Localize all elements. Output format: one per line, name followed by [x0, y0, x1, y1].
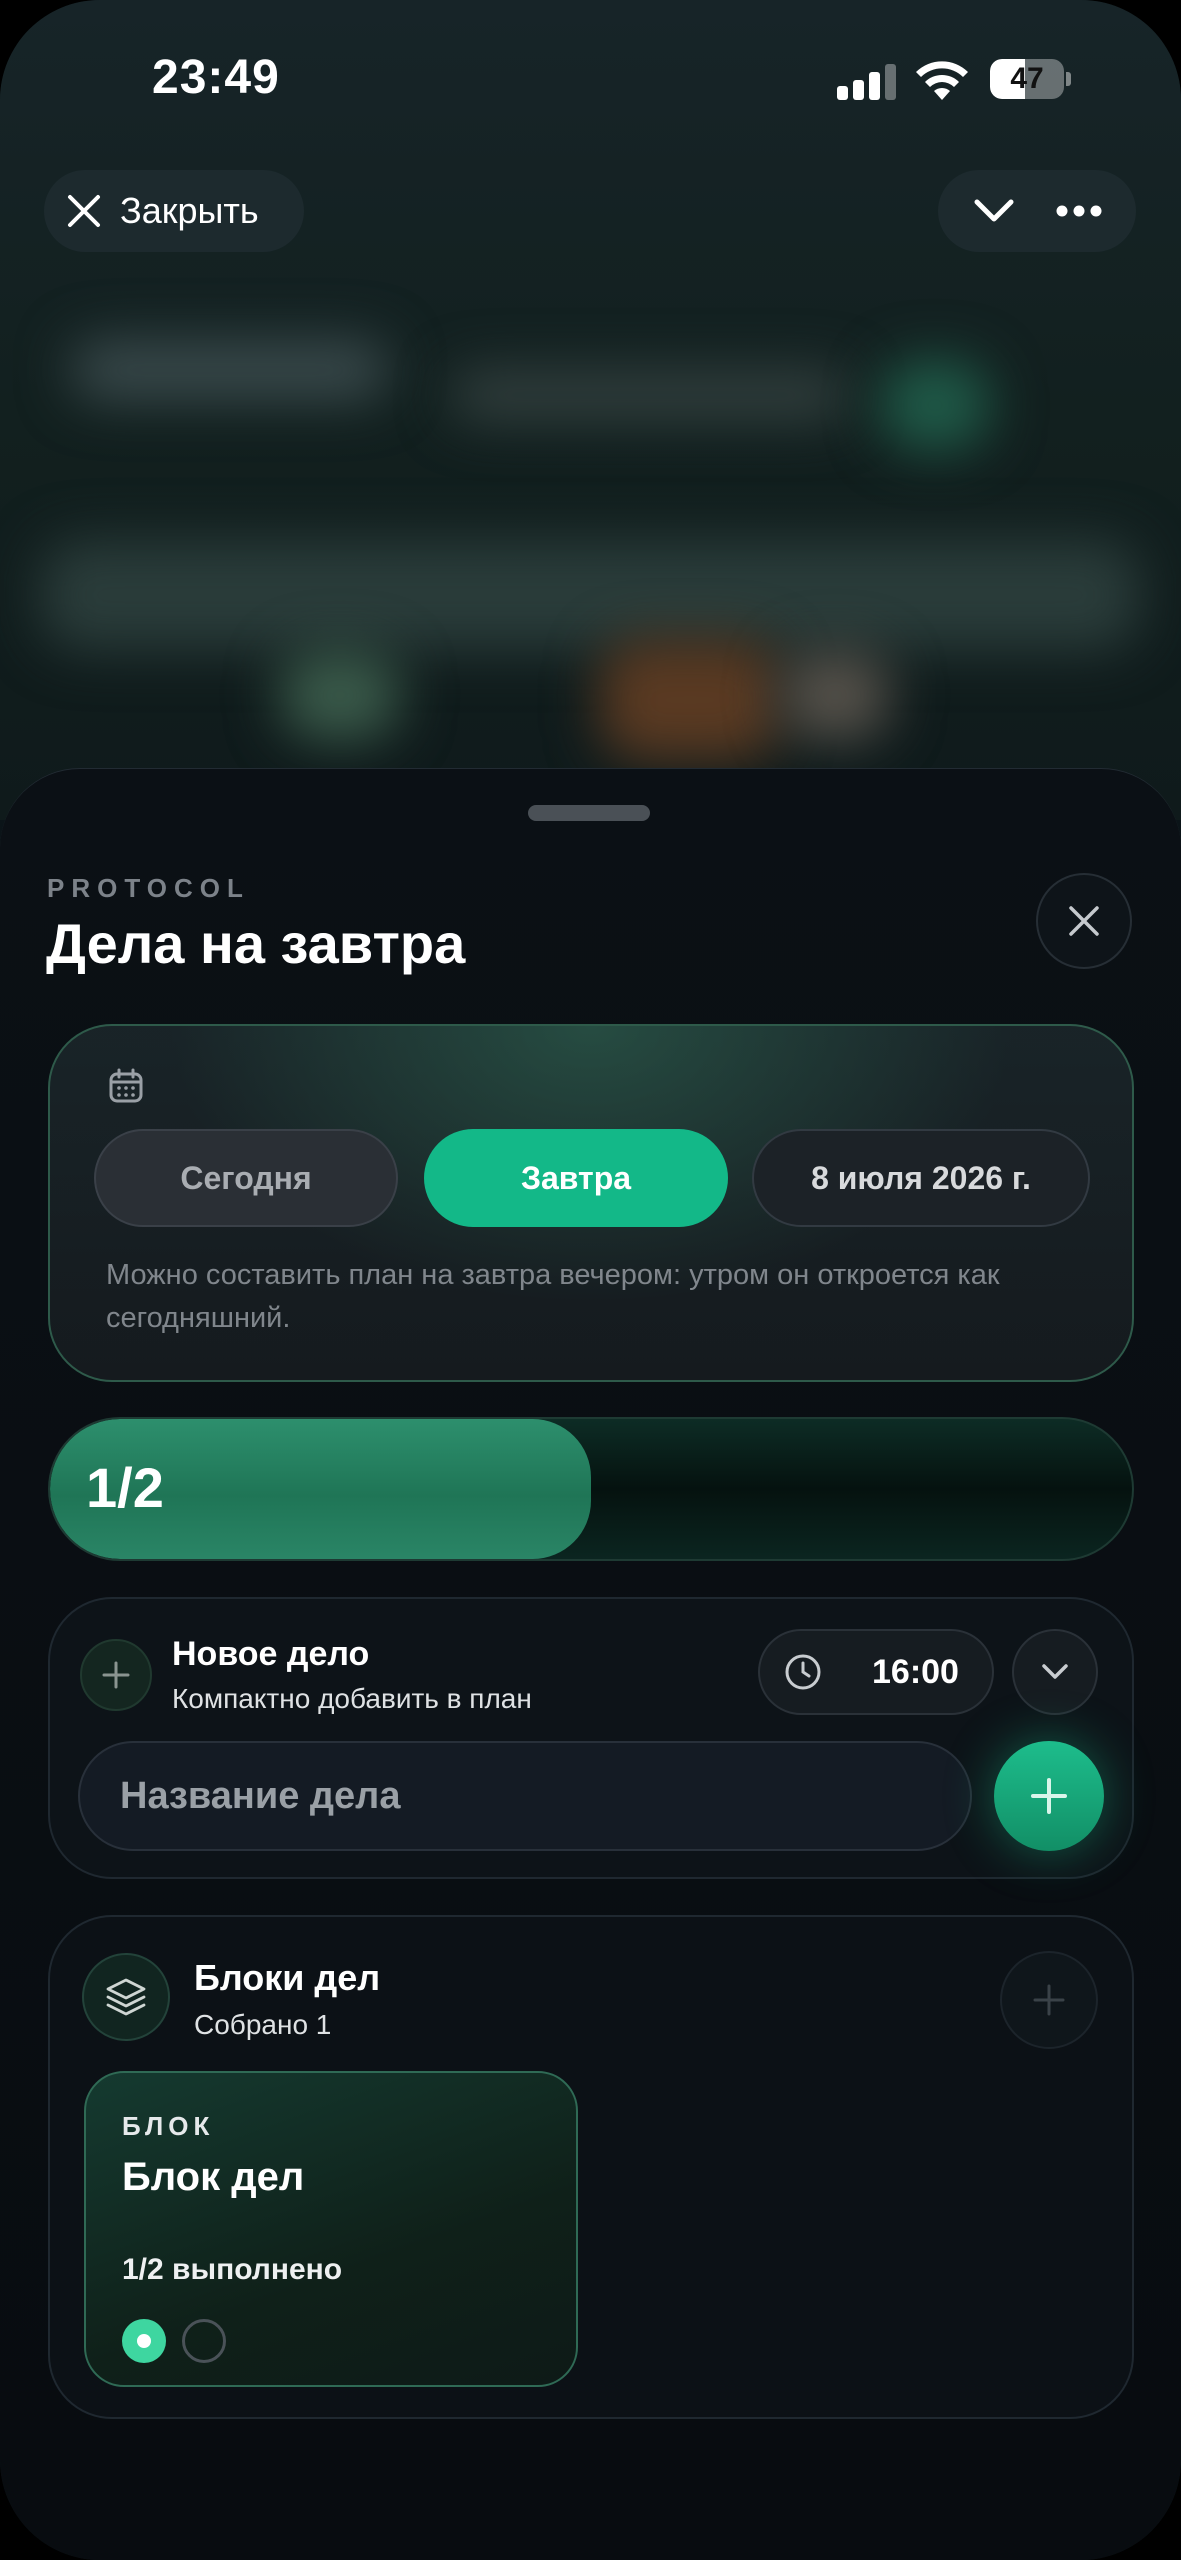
block-step-open[interactable] — [182, 2319, 226, 2363]
sheet-eyebrow: PROTOCOL — [47, 873, 250, 903]
new-task-plus-icon — [80, 1639, 152, 1711]
new-task-subtitle: Компактно добавить в план — [172, 1683, 532, 1714]
new-task-title: Новое дело — [172, 1635, 370, 1673]
close-icon — [68, 195, 100, 227]
add-task-button[interactable] — [994, 1741, 1104, 1851]
calendar-icon — [109, 1068, 143, 1103]
phone-screen: 23:49 47 Закрыть PROTOCOL Дела на завтра… — [0, 0, 1181, 2560]
block-title: Блок дел — [122, 2155, 305, 2199]
clock-icon — [785, 1654, 821, 1690]
status-bar: 23:49 47 — [0, 40, 1181, 120]
top-actions — [938, 170, 1136, 252]
block-tile[interactable]: БЛОК Блок дел 1/2 выполнено — [84, 2071, 578, 2387]
background-page-blurred — [0, 0, 1181, 820]
block-eyebrow: БЛОК — [122, 2111, 215, 2141]
layers-icon — [82, 1953, 170, 2041]
chevron-down-icon — [1042, 1664, 1068, 1679]
new-task-card: Новое дело Компактно добавить в план 16:… — [48, 1597, 1134, 1879]
add-block-button[interactable] — [1000, 1951, 1098, 2049]
time-value: 16:00 — [872, 1652, 959, 1691]
expand-options-button[interactable] — [1012, 1629, 1098, 1715]
status-time: 23:49 — [152, 51, 280, 104]
page-title: Дела на завтра — [46, 912, 466, 975]
block-progress-text: 1/2 выполнено — [122, 2253, 343, 2286]
more-button[interactable] — [1056, 205, 1102, 217]
sheet-close-button[interactable] — [1036, 873, 1132, 969]
date-hint: Можно составить план на завтра вечером: … — [106, 1259, 1000, 1334]
battery-percent: 47 — [1010, 62, 1044, 95]
cellular-signal-icon — [837, 64, 897, 100]
battery-icon: 47 — [990, 59, 1071, 99]
chevron-down-button[interactable] — [973, 198, 1015, 224]
blocks-title: Блоки дел — [194, 1957, 381, 1998]
plus-icon — [1033, 1984, 1065, 2016]
wifi-icon — [914, 58, 970, 102]
task-name-input[interactable] — [78, 1741, 972, 1851]
blocks-subtitle: Собрано 1 — [194, 2009, 332, 2040]
segment-tomorrow[interactable]: Завтра — [424, 1129, 728, 1227]
close-button-label: Закрыть — [120, 190, 259, 231]
plus-icon — [1031, 1778, 1067, 1814]
progress-bar: 1/2 — [48, 1417, 1134, 1561]
close-icon — [1069, 906, 1099, 936]
progress-label: 1/2 — [86, 1456, 164, 1519]
time-picker-button[interactable]: 16:00 — [758, 1629, 994, 1715]
segment-today[interactable]: Сегодня — [94, 1129, 398, 1227]
segment-date[interactable]: 8 июля 2026 г. — [752, 1129, 1090, 1227]
date-picker-card: Сегодня Завтра 8 июля 2026 г. Можно сост… — [48, 1024, 1134, 1382]
bottom-sheet: PROTOCOL Дела на завтра Сегодня Завтра 8… — [0, 768, 1181, 2560]
task-blocks-card: Блоки дел Собрано 1 БЛОК Блок дел 1/2 вы… — [48, 1915, 1134, 2419]
more-icon — [1056, 205, 1101, 217]
block-step-done[interactable] — [122, 2319, 166, 2363]
chevron-down-icon — [974, 199, 1013, 222]
close-button[interactable]: Закрыть — [44, 170, 304, 252]
sheet-grabber[interactable] — [528, 805, 650, 821]
